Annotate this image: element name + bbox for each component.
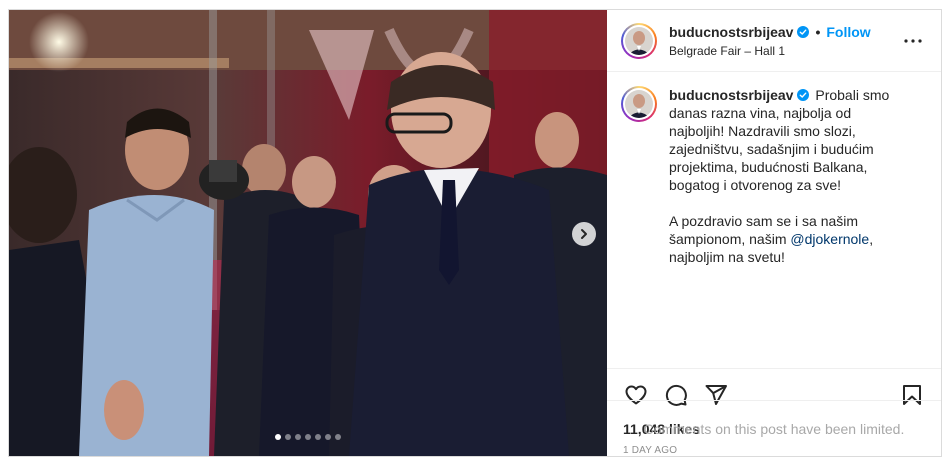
post-sidebar: buducnostsrbijeav • Follow Belgrade Fair…	[607, 10, 941, 456]
post-photo	[9, 10, 607, 456]
carousel-dot	[335, 434, 341, 440]
comments-limited-notice: Comments on this post have been limited.	[607, 400, 941, 456]
caption-username-link[interactable]: buducnostsrbijeav	[669, 87, 793, 103]
instagram-post: buducnostsrbijeav • Follow Belgrade Fair…	[8, 9, 942, 457]
carousel-indicator	[9, 434, 607, 440]
chevron-right-icon	[581, 229, 587, 239]
avatar[interactable]	[621, 22, 657, 59]
carousel-dot	[275, 434, 281, 440]
location-link[interactable]: Belgrade Fair – Hall 1	[669, 44, 901, 58]
verified-badge-icon	[797, 25, 810, 38]
carousel-dot	[305, 434, 311, 440]
carousel-dot	[295, 434, 301, 440]
caption-avatar[interactable]	[621, 86, 657, 122]
post-header: buducnostsrbijeav • Follow Belgrade Fair…	[607, 10, 941, 72]
more-options-button[interactable]	[901, 29, 925, 53]
caption-area: buducnostsrbijeav Probali smo danas razn…	[607, 72, 941, 369]
avatar-image	[625, 90, 653, 118]
username-link[interactable]: buducnostsrbijeav	[669, 24, 793, 40]
follow-button[interactable]: Follow	[826, 24, 870, 40]
post-media[interactable]	[9, 10, 607, 456]
verified-badge-icon	[797, 89, 810, 101]
avatar-image	[625, 26, 653, 55]
carousel-dot	[285, 434, 291, 440]
carousel-dot	[325, 434, 331, 440]
caption-text: buducnostsrbijeav Probali smo danas razn…	[669, 86, 893, 266]
more-options-icon	[904, 38, 922, 43]
separator-dot: •	[815, 23, 821, 40]
carousel-dot	[315, 434, 321, 440]
caption: buducnostsrbijeav Probali smo danas razn…	[621, 86, 925, 266]
carousel-next-button[interactable]	[572, 222, 596, 246]
mention-link[interactable]: @djokernole	[790, 231, 869, 247]
